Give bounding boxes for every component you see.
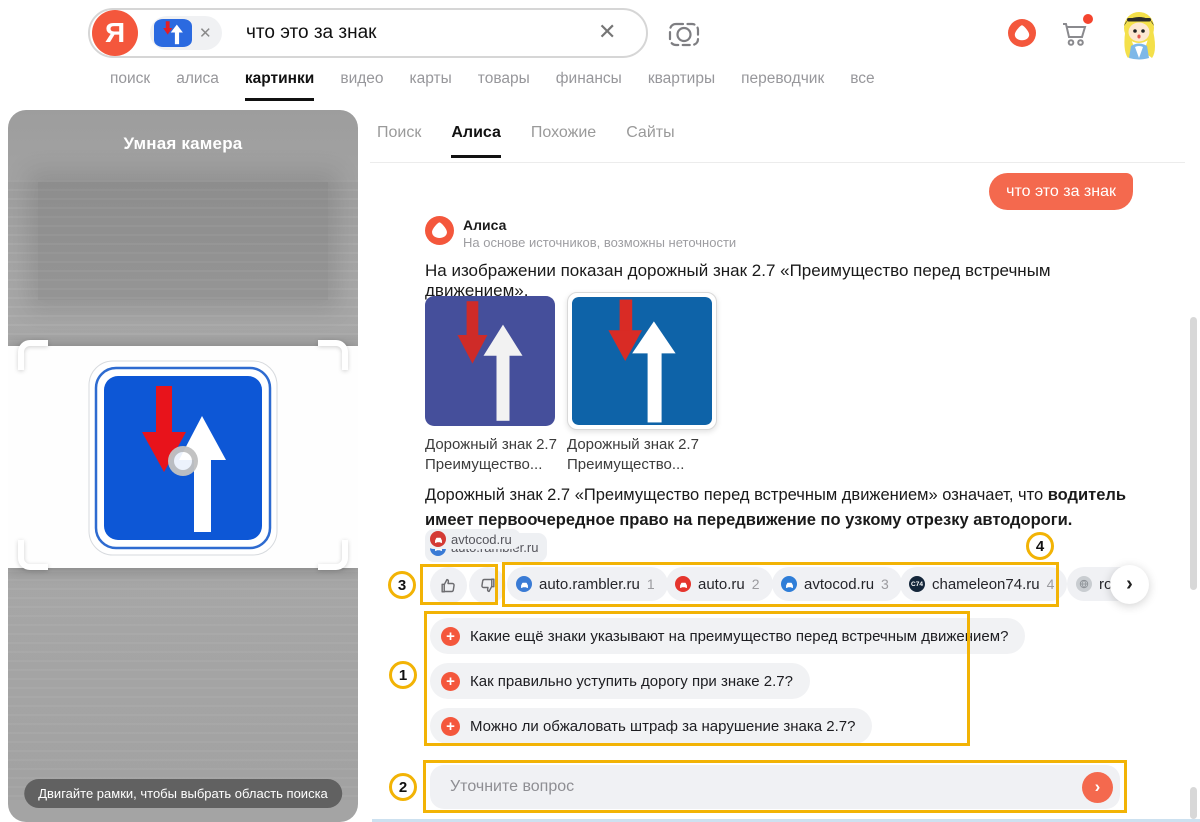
annotation-number-4: 4 (1026, 532, 1054, 560)
result-image-1[interactable] (425, 296, 555, 426)
results-tabs: Поиск Алиса Похожие Сайты (377, 124, 675, 158)
nav-flats[interactable]: квартиры (648, 70, 715, 101)
camera-hint: Двигайте рамки, чтобы выбрать область по… (24, 779, 342, 808)
generic-favicon-icon (1076, 576, 1092, 592)
camera-panel-title: Умная камера (8, 134, 358, 154)
annotation-number-1: 1 (389, 661, 417, 689)
source-chip-autoru[interactable]: auto.ru 2 (666, 567, 773, 601)
selection-corner-handle[interactable] (318, 540, 348, 570)
answer-paragraph-1: На изображении показан дорожный знак 2.7… (425, 261, 1145, 301)
remove-image-icon[interactable]: ✕ (199, 26, 212, 41)
nav-alisa[interactable]: алиса (176, 70, 219, 101)
plus-icon: + (441, 627, 460, 646)
avtocod-favicon-icon (430, 531, 446, 547)
suggested-question-3[interactable]: + Можно ли обжаловать штраф за нарушение… (430, 708, 872, 744)
scrollbar-thumb-lower[interactable] (1190, 787, 1197, 819)
suggested-question-1[interactable]: + Какие ещё знаки указывают на преимущес… (430, 618, 1025, 654)
results-panel: Поиск Алиса Похожие Сайты что это за зна… (370, 110, 1185, 822)
selection-corner-handle[interactable] (18, 540, 48, 570)
send-button[interactable]: › (1082, 772, 1113, 803)
tab-search[interactable]: Поиск (377, 124, 421, 158)
alisa-avatar-icon (425, 216, 454, 245)
inline-source-avtocod[interactable]: avtocod.ru (425, 529, 521, 549)
nav-images[interactable]: картинки (245, 70, 314, 101)
nav-video[interactable]: видео (340, 70, 383, 101)
follow-up-input[interactable] (450, 778, 1082, 796)
assistant-disclaimer: На основе источников, возможны неточност… (463, 235, 736, 250)
smart-camera-panel: Умная камера Двигайте рамки, чтобы выбра… (8, 110, 358, 822)
yandex-logo[interactable]: Я (92, 10, 138, 56)
selection-corner-handle[interactable] (318, 340, 348, 370)
thumbs-down-button[interactable] (469, 567, 506, 604)
service-nav: поиск алиса картинки видео карты товары … (110, 70, 875, 101)
plus-icon: + (441, 672, 460, 691)
tab-sites[interactable]: Сайты (626, 124, 674, 158)
annotation-number-2: 2 (389, 773, 417, 801)
cart-button[interactable] (1058, 16, 1092, 50)
nav-search[interactable]: поиск (110, 70, 150, 101)
source-chip-chameleon[interactable]: C74 chameleon74.ru 4 (900, 567, 1067, 601)
plus-icon: + (441, 717, 460, 736)
result-image-2[interactable] (567, 292, 717, 430)
header-actions (1008, 0, 1198, 66)
chameleon-favicon-icon: C74 (909, 576, 925, 592)
nav-maps[interactable]: карты (410, 70, 452, 101)
search-input[interactable]: что это за знак (246, 0, 377, 66)
assistant-name: Алиса (463, 217, 506, 233)
image-caption-2: Дорожный знак 2.7 Преимущество... (567, 435, 699, 475)
suggested-question-2[interactable]: + Как правильно уступить дорогу при знак… (430, 663, 810, 699)
rambler-favicon-icon (516, 576, 532, 592)
camera-background-image (38, 182, 328, 300)
user-avatar[interactable] (1114, 6, 1164, 60)
nav-finance[interactable]: финансы (556, 70, 622, 101)
alisa-icon[interactable] (1008, 19, 1036, 47)
autoru-favicon-icon (675, 576, 691, 592)
tabs-divider (370, 162, 1185, 163)
nav-goods[interactable]: товары (478, 70, 530, 101)
selection-corner-handle[interactable] (18, 340, 48, 370)
smart-camera-icon[interactable] (666, 16, 702, 55)
thumbs-up-button[interactable] (430, 567, 467, 604)
source-chip-rambler[interactable]: auto.rambler.ru 1 (507, 567, 668, 601)
search-image-thumbnail (154, 19, 192, 47)
camera-background-texture-bottom (8, 570, 358, 800)
tab-similar[interactable]: Похожие (531, 124, 596, 158)
nav-translator[interactable]: переводчик (741, 70, 824, 101)
image-caption-1: Дорожный знак 2.7 Преимущество... (425, 435, 557, 475)
annotation-number-3: 3 (388, 571, 416, 599)
cart-badge (1083, 14, 1093, 24)
selection-drag-handle[interactable] (168, 446, 198, 476)
avtocod-favicon-icon (781, 576, 797, 592)
source-chip-avtocod[interactable]: avtocod.ru 3 (772, 567, 902, 601)
tab-alisa[interactable]: Алиса (451, 124, 501, 158)
sources-scroll-right-button[interactable]: › (1110, 565, 1149, 604)
search-image-chip[interactable]: ✕ (150, 16, 222, 50)
follow-up-input-bar: › (430, 765, 1120, 809)
user-message-bubble: что это за знак (989, 173, 1133, 210)
clear-search-icon[interactable]: ✕ (598, 21, 616, 43)
scrollbar-thumb[interactable] (1190, 317, 1197, 590)
nav-all[interactable]: все (850, 70, 874, 101)
